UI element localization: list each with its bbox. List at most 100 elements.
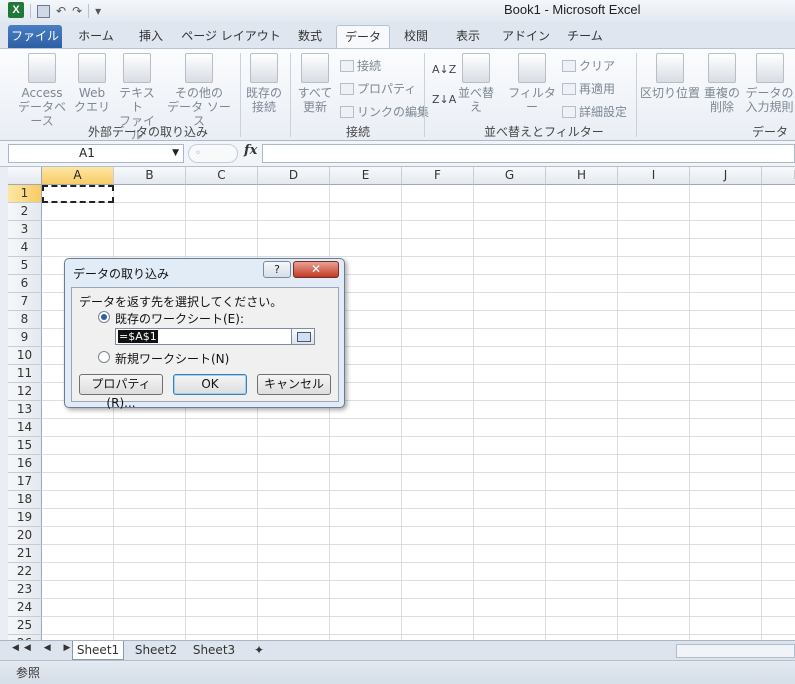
column-header-f[interactable]: F [402,167,474,185]
excel-app-icon[interactable]: X [8,2,24,18]
sort-button[interactable]: 並べ替え [454,53,498,114]
text-to-columns-button[interactable]: 区切り位置 [640,53,700,100]
close-button[interactable]: ✕ [293,261,339,278]
refresh-label-2: 更新 [302,100,327,114]
row-header-24[interactable]: 24 [8,599,42,617]
edit-links-button[interactable]: リンクの編集 [340,103,429,120]
select-all-corner[interactable] [8,167,42,185]
insert-function-icon[interactable]: fx [244,143,257,158]
existing-label-1: 既存の [245,86,282,100]
other-sources-button[interactable]: その他の データ ソース [162,53,236,128]
column-header-i[interactable]: I [618,167,690,185]
row-header-4[interactable]: 4 [8,239,42,257]
collapse-dialog-icon[interactable] [291,328,315,345]
tab-view[interactable]: 表示 [448,25,488,48]
column-header-b[interactable]: B [114,167,186,185]
sort-ascending-icon[interactable]: A↓Z [432,63,456,76]
tab-data[interactable]: データ [336,25,390,48]
row-header-13[interactable]: 13 [8,401,42,419]
data-validation-button[interactable]: データの 入力規則 [744,53,795,114]
tab-formulas[interactable]: 数式 [288,25,332,48]
column-header-k[interactable]: K [762,167,795,185]
help-button[interactable]: ? [263,261,291,278]
properties-button[interactable]: プロパティ [340,80,416,97]
tab-addins[interactable]: アドイン [500,25,552,48]
qat-customize-dropdown-icon[interactable]: ▾ [95,4,101,18]
row-header-20[interactable]: 20 [8,527,42,545]
text-file-icon [123,53,151,83]
row-header-22[interactable]: 22 [8,563,42,581]
row-header-9[interactable]: 9 [8,329,42,347]
tab-insert[interactable]: 挿入 [128,25,174,48]
redo-icon[interactable]: ↷ [72,4,82,18]
row-header-23[interactable]: 23 [8,581,42,599]
advanced-button[interactable]: 詳細設定 [562,103,627,120]
row-header-14[interactable]: 14 [8,419,42,437]
grid-row-line [42,202,795,203]
column-header-d[interactable]: D [258,167,330,185]
properties-dialog-button[interactable]: プロパティ(R)... [79,374,163,410]
cancel-button[interactable]: キャンセル [257,374,331,395]
active-cell-a1[interactable] [42,185,114,203]
column-header-c[interactable]: C [186,167,258,185]
save-icon[interactable] [37,4,50,18]
group-label-sort-filter: 並べ替えとフィルター [484,125,604,139]
cell-reference-input[interactable]: =$A$1 [115,328,315,345]
refresh-all-button[interactable]: すべて 更新 [296,53,334,114]
column-header-e[interactable]: E [330,167,402,185]
row-header-5[interactable]: 5 [8,257,42,275]
grid-row-line [42,238,795,239]
filter-button[interactable]: フィルター [508,53,556,114]
row-header-11[interactable]: 11 [8,365,42,383]
connections-button[interactable]: 接続 [340,57,381,74]
sheet-tab-1[interactable]: Sheet1 [72,641,124,660]
row-header-3[interactable]: 3 [8,221,42,239]
new-worksheet-radio[interactable] [98,351,110,363]
reapply-button[interactable]: 再適用 [562,80,615,97]
tab-review[interactable]: 校閲 [396,25,436,48]
web-query-button[interactable]: Web クエリ [74,53,110,114]
row-header-2[interactable]: 2 [8,203,42,221]
chevron-down-icon[interactable]: ▼ [172,145,179,162]
sheet-tab-2[interactable]: Sheet2 [130,641,182,660]
column-header-g[interactable]: G [474,167,546,185]
tab-team[interactable]: チーム [562,25,608,48]
undo-icon[interactable]: ↶ [56,4,66,18]
row-header-21[interactable]: 21 [8,545,42,563]
tab-page-layout[interactable]: ページ レイアウト [180,25,282,48]
web-label-2: クエリ [74,100,111,114]
row-header-15[interactable]: 15 [8,437,42,455]
tab-file[interactable]: ファイル [8,25,62,48]
horizontal-scrollbar[interactable] [676,644,795,658]
advanced-label: 詳細設定 [579,105,628,119]
clear-button[interactable]: クリア [562,57,615,74]
row-header-25[interactable]: 25 [8,617,42,635]
column-header-h[interactable]: H [546,167,618,185]
formula-input[interactable] [262,144,795,163]
row-header-12[interactable]: 12 [8,383,42,401]
sort-descending-icon[interactable]: Z↓A [432,93,456,106]
group-separator [240,53,241,137]
ok-button[interactable]: OK [173,374,247,395]
row-header-8[interactable]: 8 [8,311,42,329]
row-header-10[interactable]: 10 [8,347,42,365]
existing-connections-button[interactable]: 既存の 接続 [244,53,284,114]
remove-duplicates-button[interactable]: 重複の 削除 [702,53,742,114]
insert-sheet-icon[interactable]: ✦ [246,641,272,660]
existing-worksheet-radio[interactable] [98,311,110,323]
row-header-18[interactable]: 18 [8,491,42,509]
name-box[interactable]: A1 ▼ [8,144,184,163]
row-header-17[interactable]: 17 [8,473,42,491]
grid-column-line [473,185,474,640]
sheet-tab-3[interactable]: Sheet3 [188,641,240,660]
row-header-16[interactable]: 16 [8,455,42,473]
row-header-1[interactable]: 1 [8,185,42,203]
access-database-button[interactable]: Access データベース [14,53,70,128]
web-label-1: Web [78,86,106,100]
column-header-j[interactable]: J [690,167,762,185]
row-header-19[interactable]: 19 [8,509,42,527]
row-header-7[interactable]: 7 [8,293,42,311]
tab-home[interactable]: ホーム [70,25,122,48]
row-header-6[interactable]: 6 [8,275,42,293]
column-header-a[interactable]: A [42,167,114,185]
